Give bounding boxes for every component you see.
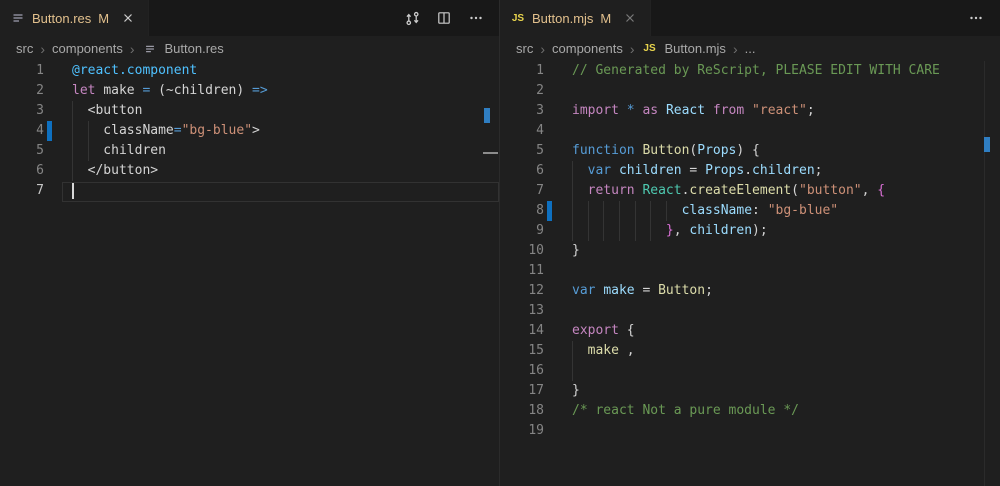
text-cursor — [72, 183, 74, 199]
line-number[interactable]: 2 — [0, 81, 44, 101]
line-number[interactable]: 16 — [500, 361, 544, 381]
code-editor-right[interactable]: 1 // Generated by ReScript, PLEASE EDIT W… — [500, 0, 1000, 486]
gutter-modified-marker — [47, 121, 52, 141]
overview-ruler-cursor-mark — [483, 152, 498, 154]
line-number[interactable]: 11 — [500, 261, 544, 281]
line-number[interactable]: 14 — [500, 321, 544, 341]
line-number[interactable]: 5 — [0, 141, 44, 161]
line-number[interactable]: 1 — [500, 61, 544, 81]
code-line[interactable]: var make = Button; — [572, 281, 713, 301]
code-line[interactable]: return React.createElement("button", { — [572, 181, 885, 201]
editor-pane-left: Button.res M — [0, 0, 500, 486]
editor-pane-right: JS Button.mjs M src › components › JS — [500, 0, 1000, 486]
overview-ruler-modified-mark — [484, 108, 490, 123]
line-number[interactable]: 9 — [500, 221, 544, 241]
line-number[interactable]: 10 — [500, 241, 544, 261]
line-number[interactable]: 15 — [500, 341, 544, 361]
code-line[interactable]: @react.component — [72, 61, 197, 81]
code-line[interactable]: let make = (~children) => — [72, 81, 268, 101]
code-line[interactable]: className: "bg-blue" — [572, 201, 838, 221]
code-line[interactable]: className="bg-blue"> — [72, 121, 260, 141]
code-line[interactable]: } — [572, 381, 580, 401]
code-line[interactable]: // Generated by ReScript, PLEASE EDIT WI… — [572, 61, 940, 81]
line-number[interactable]: 7 — [0, 181, 44, 201]
line-number[interactable]: 19 — [500, 421, 544, 441]
code-line[interactable]: var children = Props.children; — [572, 161, 823, 181]
line-number[interactable]: 3 — [500, 101, 544, 121]
code-editor-left[interactable]: 1 @react.component 2 let make = (~children)… — [0, 0, 500, 486]
overview-ruler-modified-mark — [984, 137, 990, 152]
code-line[interactable]: /* react Not a pure module */ — [572, 401, 799, 421]
vscode-window: Button.res M — [0, 0, 1000, 486]
code-line[interactable]: } — [572, 241, 580, 261]
code-line[interactable]: </button> — [72, 161, 158, 181]
code-line[interactable]: function Button(Props) { — [572, 141, 760, 161]
line-number[interactable]: 8 — [500, 201, 544, 221]
code-line[interactable]: import * as React from "react"; — [572, 101, 815, 121]
code-line[interactable]: children — [72, 141, 166, 161]
line-number[interactable]: 12 — [500, 281, 544, 301]
line-number[interactable]: 4 — [0, 121, 44, 141]
line-number[interactable]: 17 — [500, 381, 544, 401]
line-number[interactable]: 6 — [0, 161, 44, 181]
code-line[interactable]: }, children); — [572, 221, 768, 241]
line-number[interactable]: 2 — [500, 81, 544, 101]
gutter-modified-marker — [547, 201, 552, 221]
line-number[interactable]: 7 — [500, 181, 544, 201]
line-number[interactable]: 3 — [0, 101, 44, 121]
line-number[interactable]: 6 — [500, 161, 544, 181]
indent-guide — [572, 361, 573, 381]
current-line-highlight — [62, 182, 499, 202]
line-number[interactable]: 18 — [500, 401, 544, 421]
code-line[interactable]: make , — [572, 341, 635, 361]
line-number[interactable]: 1 — [0, 61, 44, 81]
code-line[interactable]: <button — [72, 101, 142, 121]
code-line[interactable]: export { — [572, 321, 635, 341]
line-number[interactable]: 5 — [500, 141, 544, 161]
line-number[interactable]: 13 — [500, 301, 544, 321]
pane-divider[interactable] — [499, 0, 500, 486]
line-number[interactable]: 4 — [500, 121, 544, 141]
